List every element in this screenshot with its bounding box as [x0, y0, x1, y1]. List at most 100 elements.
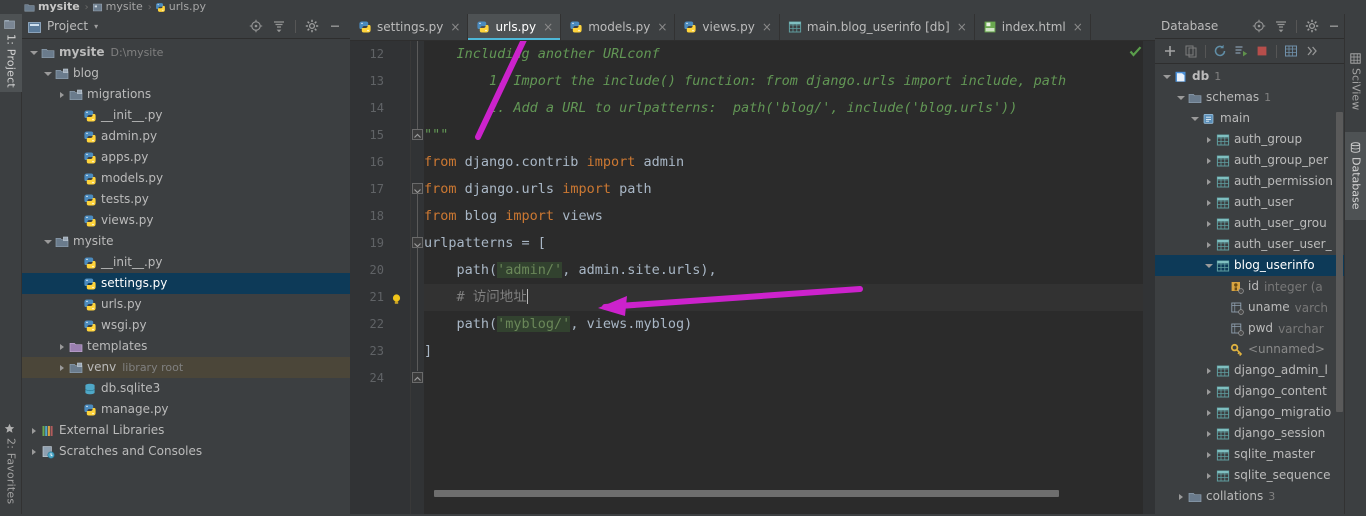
minimize-icon[interactable]	[328, 19, 342, 33]
project-tree[interactable]: mysite D:\mysite blog migrations __init__.py…	[22, 39, 350, 516]
chevron-down-icon[interactable]	[42, 236, 53, 247]
database-tree-item-auth-permission[interactable]: auth_permission	[1155, 171, 1344, 192]
project-tree-item-admin-py[interactable]: admin.py	[22, 126, 350, 147]
close-icon[interactable]: ×	[762, 20, 772, 34]
gear-icon[interactable]	[1305, 19, 1319, 33]
chevron-right-icon[interactable]	[1203, 197, 1214, 208]
code-line-12[interactable]: Including another URLconf	[424, 41, 1155, 68]
code-line-13[interactable]: 1. Import the include() function: from d…	[424, 68, 1155, 95]
chevron-right-icon[interactable]	[1203, 428, 1214, 439]
database-tree-item-pwd[interactable]: pwd varchar	[1155, 318, 1344, 339]
gear-icon[interactable]	[305, 19, 319, 33]
collapse-all-icon[interactable]	[272, 19, 286, 33]
project-tree-item-manage-py[interactable]: manage.py	[22, 399, 350, 420]
project-tree-item-mysite[interactable]: mysite	[22, 231, 350, 252]
close-icon[interactable]: ×	[543, 20, 553, 34]
chevron-down-icon[interactable]	[1189, 113, 1200, 124]
project-tree-item-settings-py[interactable]: settings.py	[22, 273, 350, 294]
chevron-right-icon[interactable]	[1203, 155, 1214, 166]
editor-tab-settings-py[interactable]: settings.py ×	[350, 14, 469, 40]
chevron-down-icon[interactable]	[42, 68, 53, 79]
project-tree-item-db-sqlite3[interactable]: db.sqlite3	[22, 378, 350, 399]
editor-tab-models-py[interactable]: models.py ×	[561, 14, 676, 40]
chevron-right-icon[interactable]	[1203, 407, 1214, 418]
code-line-14[interactable]: 2. Add a URL to urlpatterns: path('blog/…	[424, 95, 1155, 122]
breadcrumb-item-mysite[interactable]: mysite	[22, 0, 84, 14]
fold-marker-end[interactable]	[412, 372, 423, 383]
close-icon[interactable]: ×	[450, 20, 460, 34]
run-query-icon[interactable]	[1234, 44, 1248, 58]
project-tree-item-blog[interactable]: blog	[22, 63, 350, 84]
project-tree-item-scratches-and-consoles[interactable]: Scratches and Consoles	[22, 441, 350, 462]
code-line-20[interactable]: path('admin/', admin.site.urls),	[424, 257, 1155, 284]
editor-tab-main-blog-userinfo-db-[interactable]: main.blog_userinfo [db] ×	[780, 14, 975, 40]
project-tree-item-models-py[interactable]: models.py	[22, 168, 350, 189]
code-line-18[interactable]: from blog import views	[424, 203, 1155, 230]
chevron-right-icon[interactable]	[56, 362, 67, 373]
close-icon[interactable]: ×	[957, 20, 967, 34]
project-tree-item-views-py[interactable]: views.py	[22, 210, 350, 231]
close-icon[interactable]: ×	[1073, 20, 1083, 34]
sidebar-item-sciview[interactable]: SciView	[1345, 44, 1366, 120]
project-tree-item-external-libraries[interactable]: External Libraries	[22, 420, 350, 441]
chevron-right-icon[interactable]	[1203, 176, 1214, 187]
code-line-16[interactable]: from django.contrib import admin	[424, 149, 1155, 176]
code-line-17[interactable]: from django.urls import path	[424, 176, 1155, 203]
database-tree-item-sqlite-master[interactable]: sqlite_master	[1155, 444, 1344, 465]
chevron-right-icon[interactable]	[1203, 239, 1214, 250]
database-tree-item-collations[interactable]: collations 3	[1155, 486, 1344, 507]
chevron-right-icon[interactable]	[28, 425, 39, 436]
editor-tab-urls-py[interactable]: urls.py ×	[468, 14, 562, 40]
database-tree-item-django-session[interactable]: django_session	[1155, 423, 1344, 444]
project-tree-item-urls-py[interactable]: urls.py	[22, 294, 350, 315]
project-tree-item-templates[interactable]: templates	[22, 336, 350, 357]
chevron-right-icon[interactable]	[56, 341, 67, 352]
stop-icon[interactable]	[1255, 44, 1269, 58]
database-tree-item-auth-user[interactable]: auth_user	[1155, 192, 1344, 213]
database-tree-item-django-migratio[interactable]: django_migratio	[1155, 402, 1344, 423]
sidebar-item-favorites[interactable]: 2: Favorites	[0, 418, 22, 510]
project-tree-item-migrations[interactable]: migrations	[22, 84, 350, 105]
database-tree-item-id[interactable]: id integer (a	[1155, 276, 1344, 297]
chevron-down-icon[interactable]: ▾	[94, 22, 98, 31]
breadcrumb-item-mysite[interactable]: mysite	[90, 0, 147, 14]
chevron-right-icon[interactable]	[28, 446, 39, 457]
breadcrumb-item-urls-py[interactable]: urls.py	[153, 0, 210, 14]
scrollbar-thumb[interactable]	[434, 490, 1059, 497]
expand-icon[interactable]	[1305, 44, 1319, 58]
sidebar-item-database[interactable]: Database	[1345, 132, 1366, 220]
code-line-15[interactable]: """	[424, 122, 1155, 149]
database-tree-item-main[interactable]: main	[1155, 108, 1344, 129]
chevron-right-icon[interactable]	[1203, 386, 1214, 397]
editor-tab-index-html[interactable]: index.html ×	[975, 14, 1091, 40]
close-icon[interactable]: ×	[657, 20, 667, 34]
locate-icon[interactable]	[1252, 19, 1266, 33]
analysis-gutter[interactable]	[1143, 41, 1155, 516]
locate-icon[interactable]	[249, 19, 263, 33]
chevron-right-icon[interactable]	[1175, 491, 1186, 502]
chevron-down-icon[interactable]	[1203, 260, 1214, 271]
database-tree-item-django-admin-l[interactable]: django_admin_l	[1155, 360, 1344, 381]
chevron-right-icon[interactable]	[56, 89, 67, 100]
database-tree-item-uname[interactable]: uname varch	[1155, 297, 1344, 318]
collapse-all-icon[interactable]	[1274, 19, 1288, 33]
add-icon[interactable]	[1163, 44, 1177, 58]
code-line-22[interactable]: path('myblog/', views.myblog)	[424, 311, 1155, 338]
chevron-right-icon[interactable]	[1203, 134, 1214, 145]
sidebar-item-project[interactable]: 1: Project	[0, 14, 22, 92]
project-tree-item-apps-py[interactable]: apps.py	[22, 147, 350, 168]
copy-icon[interactable]	[1184, 44, 1198, 58]
ok-check-icon[interactable]	[1129, 45, 1142, 58]
database-tree-item-schemas[interactable]: schemas 1	[1155, 87, 1344, 108]
database-tree-item-auth-group-per[interactable]: auth_group_per	[1155, 150, 1344, 171]
chevron-down-icon[interactable]	[28, 47, 39, 58]
database-tree-item-blog-userinfo[interactable]: blog_userinfo	[1155, 255, 1344, 276]
database-tree-item-db[interactable]: db 1	[1155, 66, 1344, 87]
chevron-right-icon[interactable]	[1203, 470, 1214, 481]
editor-horizontal-scrollbar[interactable]	[424, 489, 1141, 498]
intention-bulb-icon[interactable]	[390, 293, 403, 306]
project-tree-item-venv[interactable]: venv library root	[22, 357, 350, 378]
database-tree-item--unnamed-[interactable]: <unnamed>	[1155, 339, 1344, 360]
code-line-23[interactable]: ]	[424, 338, 1155, 365]
editor-tab-views-py[interactable]: views.py ×	[675, 14, 780, 40]
